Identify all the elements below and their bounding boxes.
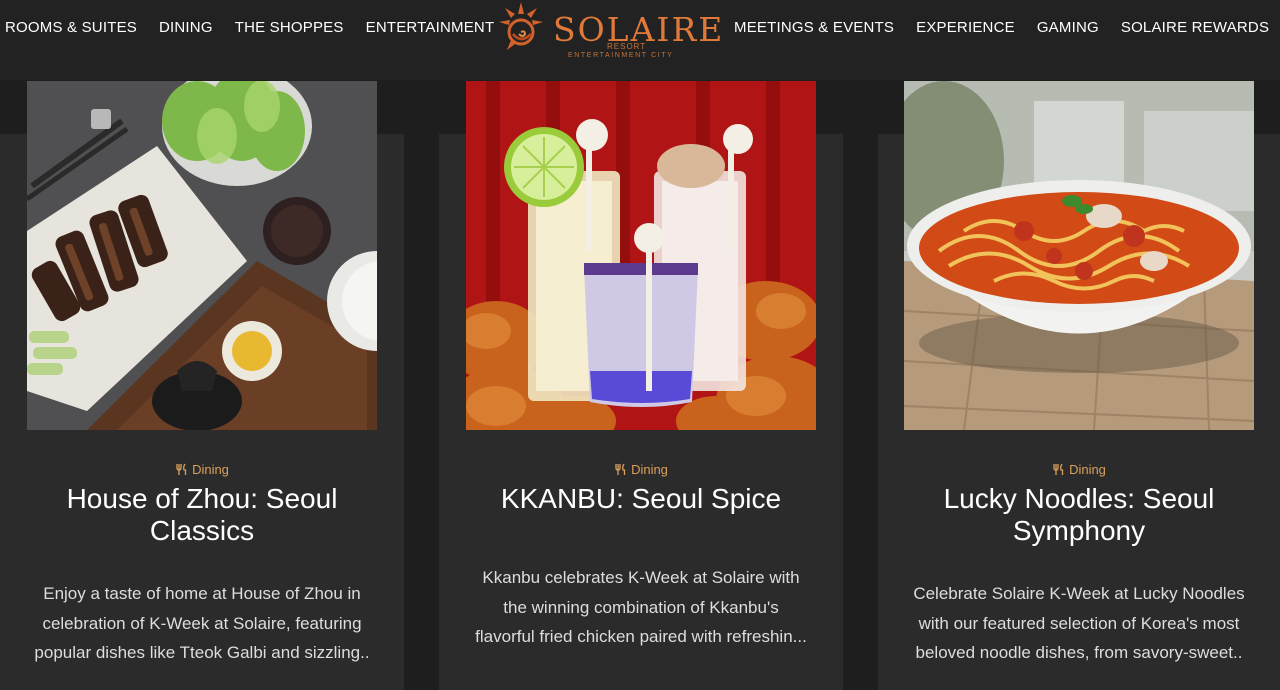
card-description-line: Enjoy a taste of home at House of Zhou i… xyxy=(43,584,361,603)
card-category: Dining xyxy=(439,461,843,477)
main-nav-right: MEETINGS & EVENTS EXPERIENCE GAMING SOLA… xyxy=(734,19,1280,36)
card-title[interactable]: House of Zhou: Seoul Classics xyxy=(0,483,404,547)
nav-the-shoppes[interactable]: THE SHOPPES xyxy=(235,19,344,36)
card-description-line: the winning combination of Kkanbu's xyxy=(503,597,779,617)
card-title-line: Symphony xyxy=(1012,515,1146,546)
nav-entertainment[interactable]: ENTERTAINMENT xyxy=(366,19,495,36)
solaire-logo[interactable]: SOLAIRE RESORT ENTERTAINMENT CITY xyxy=(491,0,722,64)
nav-rooms-suites[interactable]: ROOMS & SUITES xyxy=(5,19,137,36)
card-title-line: KKANBU: Seoul Spice xyxy=(500,483,782,514)
sun-emblem-icon xyxy=(499,2,543,50)
fork-knife-icon xyxy=(1053,463,1064,475)
card-description: Kkanbu celebrates K-Week at Solaire with… xyxy=(439,563,843,652)
card-category: Dining xyxy=(0,461,404,477)
site-header: ROOMS & SUITES DINING THE SHOPPES ENTERT… xyxy=(0,0,1280,80)
card-title[interactable]: Lucky Noodles: Seoul Symphony xyxy=(878,483,1280,547)
card-image-bbq-platter[interactable] xyxy=(27,81,377,430)
nav-solaire-rewards[interactable]: SOLAIRE REWARDS xyxy=(1121,19,1269,36)
card-description-line: flavorful fried chicken paired with refr… xyxy=(475,627,807,646)
logo-subtitle-city: ENTERTAINMENT CITY xyxy=(568,52,674,59)
nav-dining[interactable]: DINING xyxy=(159,19,213,36)
card-image-chicken-drinks[interactable] xyxy=(466,81,816,430)
logo-subtitle-resort: RESORT xyxy=(607,42,647,51)
card-category-label: Dining xyxy=(631,461,668,477)
card-description: Celebrate Solaire K-Week at Lucky Noodle… xyxy=(878,579,1280,668)
card-description-line: Celebrate Solaire K-Week at Lucky Noodle… xyxy=(913,584,1245,603)
main-nav-left: ROOMS & SUITES DINING THE SHOPPES ENTERT… xyxy=(5,19,516,36)
nav-gaming[interactable]: GAMING xyxy=(1037,19,1099,36)
card-category-label: Dining xyxy=(192,461,229,477)
card-title[interactable]: KKANBU: Seoul Spice xyxy=(439,483,843,515)
nav-experience[interactable]: EXPERIENCE xyxy=(916,19,1015,36)
nav-meetings-events[interactable]: MEETINGS & EVENTS xyxy=(734,19,894,36)
fork-knife-icon xyxy=(176,463,187,475)
card-description-line: popular dishes like Tteok Galbi and sizz… xyxy=(34,643,370,662)
card-title-line: House of Zhou: Seoul xyxy=(66,483,338,514)
card-description-line: Kkanbu celebrates K-Week at Solaire with xyxy=(482,568,800,587)
card-description: Enjoy a taste of home at House of Zhou i… xyxy=(0,579,404,668)
card-category-label: Dining xyxy=(1069,461,1106,477)
card-description-line: with our featured selection of Korea's m… xyxy=(918,613,1240,633)
card-description-line: celebration of K-Week at Solaire, featur… xyxy=(42,613,362,633)
card-description-line: beloved noodle dishes, from savory-sweet… xyxy=(915,643,1243,662)
card-image-noodle-bowl[interactable] xyxy=(904,81,1254,430)
card-category: Dining xyxy=(878,461,1280,477)
card-title-line: Lucky Noodles: Seoul xyxy=(943,483,1215,514)
card-title-line: Classics xyxy=(149,515,255,546)
fork-knife-icon xyxy=(615,463,626,475)
